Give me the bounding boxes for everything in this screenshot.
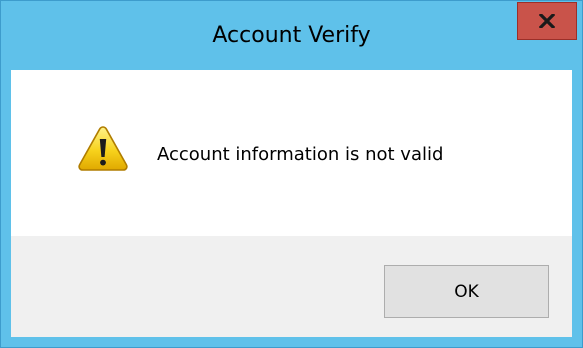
dialog-client-area: Account information is not valid OK <box>11 70 572 337</box>
dialog-window: Account Verify Account information is no… <box>0 0 583 348</box>
dialog-message: Account information is not valid <box>157 144 444 165</box>
window-title: Account Verify <box>212 23 371 48</box>
title-bar[interactable]: Account Verify <box>1 1 582 70</box>
button-bar: OK <box>11 236 572 337</box>
ok-button[interactable]: OK <box>384 265 549 318</box>
close-icon <box>539 14 555 28</box>
warning-icon <box>78 126 128 171</box>
message-area: Account information is not valid <box>11 70 572 236</box>
close-button[interactable] <box>517 2 577 40</box>
